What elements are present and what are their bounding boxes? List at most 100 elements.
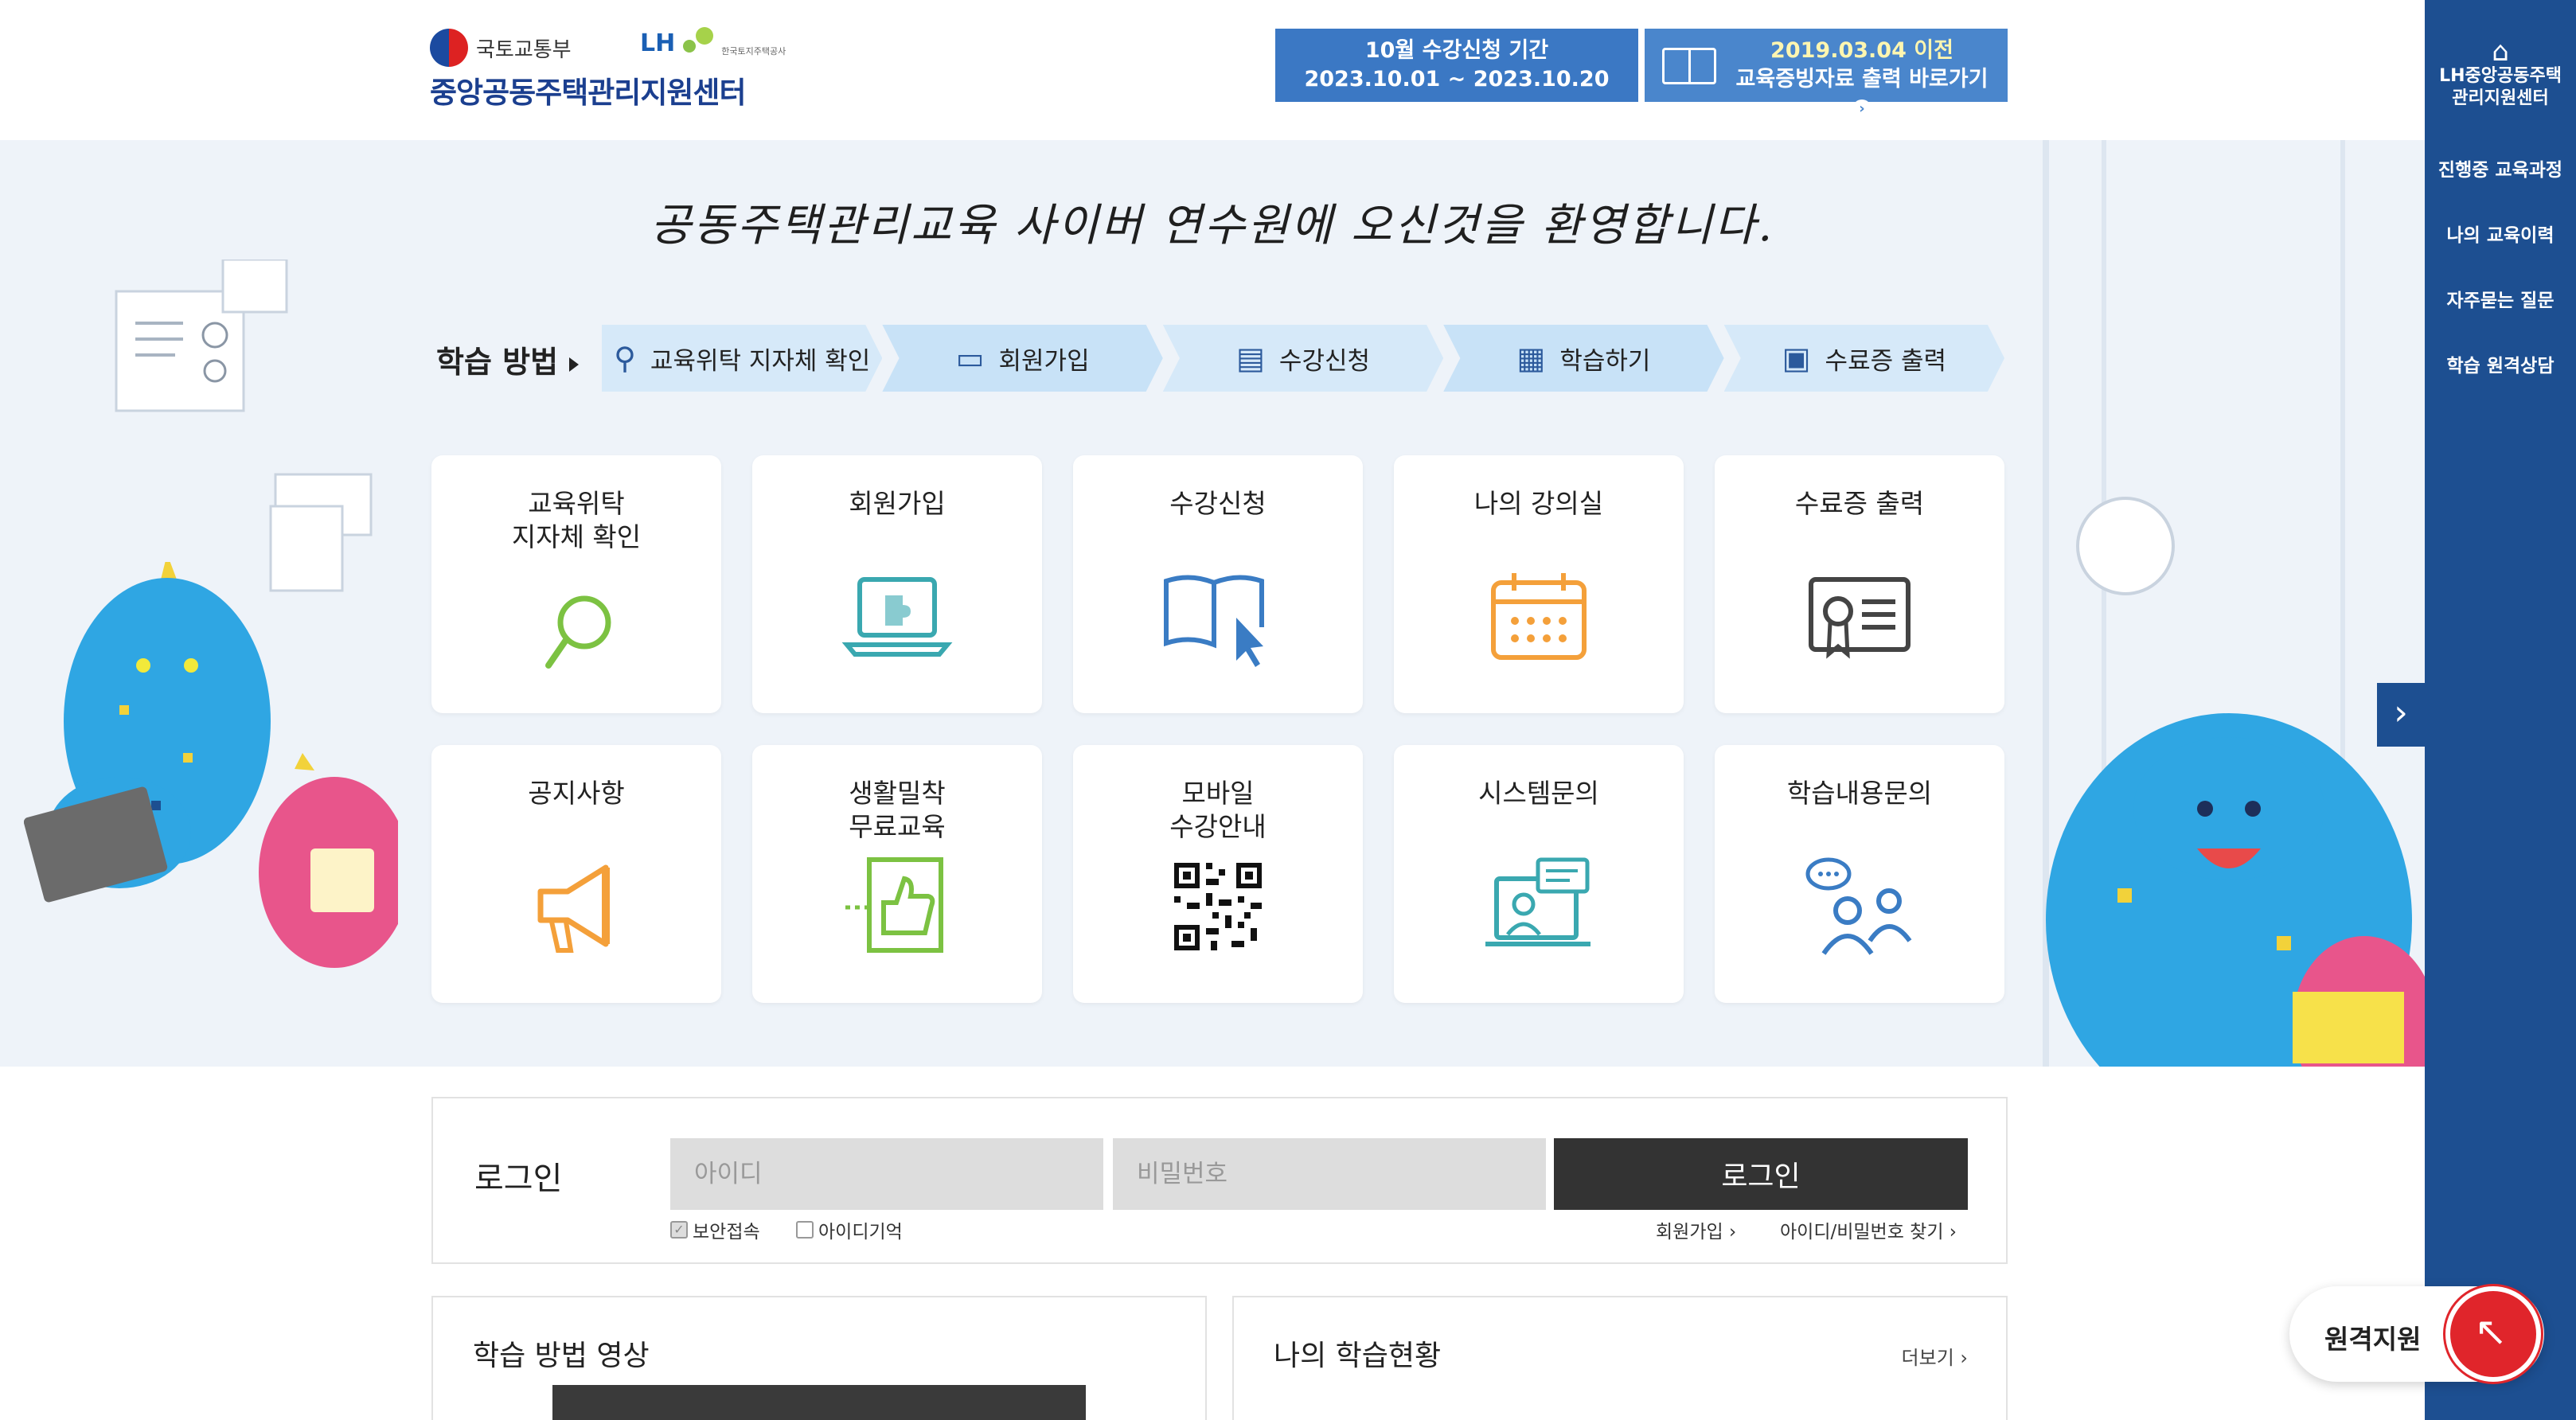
book-icon: ▤ xyxy=(1236,341,1265,376)
calendar-icon xyxy=(1491,573,1587,660)
find-account-link[interactable]: 아이디/비밀번호 찾기 › xyxy=(1780,1216,1957,1243)
quick-menu-grid: 교육위탁 지자체 확인 회원가입 수강신청 나의 강의실 수료증 출력 공지사항… xyxy=(431,455,2004,1003)
right-sidebar: ⌂ LH중앙공동주택 관리지원센터 진행중 교육과정 나의 교육이력 자주묻는 … xyxy=(2425,0,2576,1420)
user-id-input[interactable] xyxy=(670,1138,1103,1210)
sidebar-item-current-courses[interactable]: 진행중 교육과정 xyxy=(2425,154,2576,181)
lh-logo[interactable]: LH 한국토지주택공사 xyxy=(640,25,786,57)
card-my-classroom[interactable]: 나의 강의실 xyxy=(1394,455,1684,713)
card-title: 수강신청 xyxy=(1169,488,1267,519)
page: 국토교통부 LH 한국토지주택공사 중앙공동주택관리지원센터 10월 수강신청 … xyxy=(0,0,2576,1420)
cert-print-banner[interactable]: 2019.03.04 이전 교육증빙자료 출력 바로가기 › xyxy=(1645,29,2008,119)
video-player[interactable] xyxy=(552,1385,1086,1420)
panel-title: 나의 학습현황 xyxy=(1274,1340,1442,1372)
login-title: 로그인 xyxy=(474,1161,563,1197)
login-panel: 로그인 로그인 ✓ 보안접속 아이디기억 회원가입 › 아이디/비밀번호 찾기 … xyxy=(431,1097,2008,1264)
secure-login-checkbox[interactable]: ✓ 보안접속 xyxy=(670,1216,760,1243)
my-learning-status-panel: 나의 학습현황 더보기 › xyxy=(1232,1296,2008,1420)
cursor-click-icon xyxy=(2445,1286,2541,1382)
banner-cert-link: 교육증빙자료 출력 바로가기 xyxy=(1735,67,1989,92)
sidebar-home-label: LH중앙공동주택 관리지원센터 xyxy=(2439,66,2562,108)
emblem-icon xyxy=(430,29,468,67)
card-title: 교육위탁 지자체 확인 xyxy=(511,488,642,552)
remember-id-checkbox[interactable]: 아이디기억 xyxy=(796,1216,903,1243)
consultation-icon xyxy=(1805,857,1912,955)
book-cursor-icon xyxy=(1164,575,1264,667)
thumbs-up-icon xyxy=(845,857,943,953)
site-header: 국토교통부 LH 한국토지주택공사 중앙공동주택관리지원센터 10월 수강신청 … xyxy=(0,0,2425,140)
card-title: 공지사항 xyxy=(528,778,625,809)
arrow-right-icon: › xyxy=(1852,99,1872,119)
card-title: 수료증 출력 xyxy=(1794,488,1925,519)
remote-support-button[interactable]: 원격지원 xyxy=(2289,1286,2544,1382)
card-mobile-guide[interactable]: 모바일 수강안내 xyxy=(1073,745,1363,1003)
banner-period-dates: 2023.10.01 ~ 2023.10.20 xyxy=(1304,67,1610,92)
mascot-characters-right xyxy=(2046,497,2425,1067)
notes-illustration xyxy=(115,259,373,592)
laptop-puzzle-icon xyxy=(841,577,953,657)
site-name[interactable]: 중앙공동주택관리지원센터 xyxy=(430,68,746,111)
calendar-icon: ▦ xyxy=(1516,341,1546,376)
sidebar-item-history[interactable]: 나의 교육이력 xyxy=(2425,220,2576,247)
more-link[interactable]: 더보기 › xyxy=(1902,1342,1968,1370)
step-study[interactable]: ▦ 학습하기 xyxy=(1443,325,1724,392)
card-free-education[interactable]: 생활밀착 무료교육 xyxy=(752,745,1042,1003)
chevron-right-icon: › xyxy=(2394,692,2408,733)
sidebar-item-faq[interactable]: 자주묻는 질문 xyxy=(2425,285,2576,312)
card-title: 학습내용문의 xyxy=(1786,778,1933,809)
card-title: 회원가입 xyxy=(849,488,946,519)
search-icon: ⚲ xyxy=(614,341,636,376)
panel-title: 학습 방법 영상 xyxy=(473,1340,650,1372)
step-label: 회원가입 xyxy=(998,346,1090,376)
card-title: 생활밀착 무료교육 xyxy=(849,778,946,842)
study-video-panel: 학습 방법 영상 xyxy=(431,1296,1207,1420)
mascot-characters-left xyxy=(24,562,398,968)
certificate-icon: ▣ xyxy=(1782,341,1811,376)
lh-logo-text: LH xyxy=(640,29,676,57)
qr-code-icon xyxy=(1174,863,1262,950)
remember-id-label: 아이디기억 xyxy=(818,1222,903,1242)
card-enroll[interactable]: 수강신청 xyxy=(1073,455,1363,713)
card-notice[interactable]: 공지사항 xyxy=(431,745,721,1003)
step-label: 수강신청 xyxy=(1278,346,1371,376)
step-check-local-gov[interactable]: ⚲ 교육위탁 지자체 확인 xyxy=(602,325,883,392)
slide-next-button[interactable]: › xyxy=(2377,683,2425,747)
card-system-inquiry[interactable]: 시스템문의 xyxy=(1394,745,1684,1003)
step-print-certificate[interactable]: ▣ 수료증 출력 xyxy=(1723,325,2005,392)
step-label: 학습하기 xyxy=(1559,346,1651,376)
remote-support-label: 원격지원 xyxy=(2324,1324,2422,1355)
password-input[interactable] xyxy=(1113,1138,1546,1210)
ministry-name: 국토교통부 xyxy=(476,37,572,62)
checkbox-checked-icon: ✓ xyxy=(670,1221,688,1239)
banner-period-title: 10월 수강신청 기간 xyxy=(1364,38,1549,63)
sidebar-home-link[interactable]: ⌂ LH중앙공동주택 관리지원센터 xyxy=(2425,38,2576,110)
home-icon: ⌂ xyxy=(2492,36,2509,68)
study-steps-bar: ⚲ 교육위탁 지자체 확인 ▭ 회원가입 ▤ 수강신청 ▦ 학습하기 ▣ 수료증… xyxy=(602,325,2005,392)
ministry-logo[interactable]: 국토교통부 xyxy=(430,29,572,67)
secure-login-label: 보안접속 xyxy=(693,1222,760,1242)
lh-dots-icon xyxy=(680,25,716,57)
card-title: 시스템문의 xyxy=(1478,778,1599,809)
study-steps-label: 학습 방법 xyxy=(436,337,579,381)
sidebar-item-remote-consult[interactable]: 학습 원격상담 xyxy=(2425,350,2576,377)
login-button[interactable]: 로그인 xyxy=(1554,1138,1968,1210)
card-title: 모바일 수강안내 xyxy=(1169,778,1267,842)
laptop-icon: ▭ xyxy=(955,341,985,376)
card-print-certificate[interactable]: 수료증 출력 xyxy=(1715,455,2004,713)
certificate-icon xyxy=(1809,577,1911,659)
checkbox-icon xyxy=(796,1221,814,1239)
card-learning-inquiry[interactable]: 학습내용문의 xyxy=(1715,745,2004,1003)
join-link[interactable]: 회원가입 › xyxy=(1656,1216,1736,1243)
step-label: 교육위탁 지자체 확인 xyxy=(650,346,871,376)
step-enroll[interactable]: ▤ 수강신청 xyxy=(1162,325,1444,392)
open-book-icon xyxy=(1662,48,1716,84)
hero-section: 공동주택관리교육 사이버 연수원에 오신것을 환영합니다. 학습 방법 ⚲ 교육… xyxy=(0,140,2425,1067)
card-sign-up[interactable]: 회원가입 xyxy=(752,455,1042,713)
card-title: 나의 강의실 xyxy=(1473,488,1604,519)
magnifier-icon xyxy=(545,595,611,669)
step-label: 수료증 출력 xyxy=(1825,346,1947,376)
card-local-gov-check[interactable]: 교육위탁 지자체 확인 xyxy=(431,455,721,713)
step-sign-up[interactable]: ▭ 회원가입 xyxy=(882,325,1163,392)
banner-cert-date: 2019.03.04 이전 xyxy=(1770,38,1953,63)
enrollment-period-banner[interactable]: 10월 수강신청 기간 2023.10.01 ~ 2023.10.20 xyxy=(1275,29,1638,102)
lh-subtitle: 한국토지주택공사 xyxy=(721,46,786,57)
